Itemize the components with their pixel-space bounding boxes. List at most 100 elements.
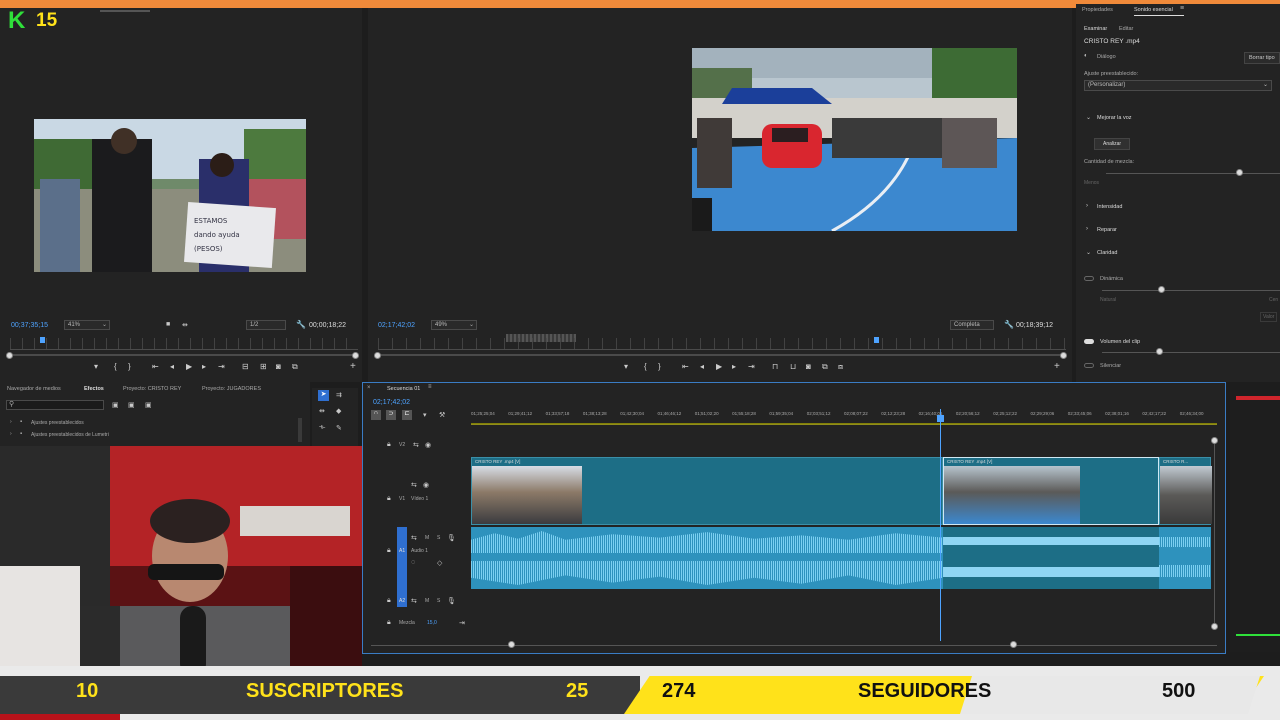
- preset-select[interactable]: (Personalizar) ⌄: [1084, 80, 1272, 91]
- go-to-in-icon[interactable]: ⇤: [682, 362, 689, 371]
- snap-icon[interactable]: ∩: [371, 410, 381, 420]
- timeline-hscroll-left[interactable]: [508, 641, 515, 648]
- audio-clip-3[interactable]: [1159, 527, 1211, 589]
- v2-sync-icon[interactable]: ⇆: [413, 441, 419, 449]
- insert-icon[interactable]: ⊟: [242, 362, 249, 371]
- loudness-label[interactable]: Intensidad: [1097, 204, 1122, 210]
- video-clip-3[interactable]: CRISTO R...: [1159, 457, 1212, 525]
- program-playhead[interactable]: [874, 337, 879, 343]
- a1-mic-icon[interactable]: 🎙︎: [447, 534, 456, 542]
- step-back-icon[interactable]: ◂: [700, 362, 704, 371]
- clarity-label[interactable]: Claridad: [1097, 250, 1117, 256]
- timeline-vscroll[interactable]: [1214, 439, 1215, 629]
- a2-target[interactable]: A2: [399, 598, 405, 604]
- clear-type-button[interactable]: Borrar tipo: [1244, 52, 1280, 64]
- step-back-icon[interactable]: ◂: [170, 362, 174, 371]
- timeline-playhead-handle[interactable]: [937, 415, 944, 422]
- go-to-out-icon[interactable]: ⇥: [218, 362, 225, 371]
- repair-label[interactable]: Reparar: [1097, 227, 1117, 233]
- sequence-tab[interactable]: Secuencia 01: [387, 386, 420, 392]
- source-scrub-ruler[interactable]: [10, 338, 358, 350]
- timeline-vscroll-top[interactable]: [1211, 437, 1218, 444]
- mix-value[interactable]: 15,0: [427, 620, 437, 626]
- tab-properties[interactable]: Propiedades: [1082, 7, 1113, 13]
- v1-sync-icon[interactable]: ⇆: [411, 481, 417, 489]
- mark-in-icon[interactable]: {: [644, 362, 647, 371]
- source-zoom-bar[interactable]: [10, 354, 358, 356]
- enhance-speech-label[interactable]: Mejorar la voz: [1097, 115, 1132, 121]
- loudness-chevron-icon[interactable]: ›: [1086, 203, 1088, 209]
- a2-mic-icon[interactable]: 🎙︎: [447, 597, 456, 605]
- timeline-hscroll[interactable]: [371, 645, 1217, 646]
- tab-essential-sound[interactable]: Sonido esencial: [1134, 7, 1173, 13]
- panel-menu-icon[interactable]: ≡: [1180, 5, 1184, 12]
- timeline-timecode[interactable]: 02;17;42;02: [373, 399, 410, 406]
- accelerated-effects-icon[interactable]: ▣: [112, 401, 119, 409]
- go-to-out-icon[interactable]: ⇥: [748, 362, 755, 371]
- audio-clip-2[interactable]: [943, 527, 1159, 589]
- source-timecode[interactable]: 00;37;35;15: [11, 322, 48, 329]
- selection-tool-icon[interactable]: ➤: [318, 390, 329, 401]
- clip-volume-track[interactable]: [1102, 352, 1280, 353]
- dynamics-toggle[interactable]: [1084, 276, 1094, 281]
- mark-in-icon[interactable]: {: [114, 362, 117, 371]
- audio-clip-1[interactable]: [471, 527, 943, 589]
- source-zoom-handle-left[interactable]: [6, 352, 13, 359]
- a1-lock-icon[interactable]: 🔒︎: [387, 547, 391, 555]
- mark-out-icon[interactable]: }: [128, 362, 131, 371]
- lift-icon[interactable]: ⊓: [772, 362, 778, 371]
- v2-lock-icon[interactable]: 🔒︎: [387, 441, 391, 449]
- clip-volume-slider[interactable]: [1156, 348, 1163, 355]
- slip-tool-icon[interactable]: ⟛: [319, 424, 325, 432]
- program-add-button[interactable]: +: [1054, 361, 1060, 372]
- safe-margins-icon[interactable]: ■: [166, 321, 170, 328]
- insert-nest-icon[interactable]: ⊏: [402, 410, 412, 420]
- subtab-edit[interactable]: Editar: [1119, 26, 1133, 32]
- a2-solo[interactable]: S: [437, 598, 440, 604]
- extract-icon[interactable]: ⊔: [790, 362, 796, 371]
- export-frame-icon[interactable]: ◙: [806, 362, 811, 371]
- a1-solo[interactable]: S: [437, 535, 440, 541]
- list-item-presets[interactable]: Ajustes preestablecidos: [31, 420, 84, 426]
- 32bit-effects-icon[interactable]: ▣: [128, 401, 135, 409]
- analyze-button[interactable]: Analizar: [1094, 138, 1131, 150]
- timeline-hscroll-right[interactable]: [1010, 641, 1017, 648]
- v1-target[interactable]: V1: [399, 496, 405, 502]
- compare-icon[interactable]: ⧉: [822, 362, 828, 372]
- go-to-in-icon[interactable]: ⇤: [152, 362, 159, 371]
- tab-effects[interactable]: Efectos: [84, 386, 104, 392]
- tab-media-browser[interactable]: Navegador de medios: [7, 386, 61, 392]
- video-clip-1[interactable]: CRISTO REY .mp4 [V]: [471, 457, 943, 525]
- step-forward-icon[interactable]: ▸: [202, 362, 206, 371]
- step-forward-icon[interactable]: ▸: [732, 362, 736, 371]
- v2-eye-icon[interactable]: ◉: [425, 441, 431, 449]
- list-item-lumetri-presets[interactable]: Ajustes preestablecidos de Lumetri: [31, 432, 109, 438]
- clarity-chevron-icon[interactable]: ⌄: [1086, 249, 1091, 256]
- video-clip-2[interactable]: CRISTO REY .mp4 [V]: [943, 457, 1159, 525]
- panel-scrollbar[interactable]: [298, 418, 302, 442]
- mix-go-to-end-icon[interactable]: ⇥: [459, 619, 465, 627]
- add-marker-icon[interactable]: ▾: [423, 411, 427, 419]
- wrench-icon[interactable]: 🔧: [1004, 320, 1014, 329]
- effects-search-input[interactable]: ⚲: [6, 400, 104, 410]
- tab-project-jugadores[interactable]: Proyecto: JUGADORES: [202, 386, 261, 392]
- tab-project-cristo-rey[interactable]: Proyecto: CRISTO REY: [123, 386, 181, 392]
- a1-keyframe-icon[interactable]: ◌: [411, 559, 415, 566]
- a1-sync-icon[interactable]: ⇆: [411, 534, 417, 542]
- v1-eye-icon[interactable]: ◉: [423, 481, 429, 489]
- source-scrollbar[interactable]: [100, 10, 150, 12]
- timeline-playhead[interactable]: [940, 409, 941, 641]
- track-select-tool-icon[interactable]: ⇉: [336, 391, 342, 399]
- marker-icon[interactable]: ▾: [94, 362, 98, 371]
- sequence-menu-icon[interactable]: ≡: [428, 384, 432, 390]
- play-icon[interactable]: ▶: [716, 362, 722, 371]
- program-quality-select[interactable]: Completa: [950, 320, 994, 330]
- source-zoom-handle-right[interactable]: [352, 352, 359, 359]
- button-editor-icon[interactable]: ⧉: [292, 362, 298, 372]
- mix-amount-slider[interactable]: [1236, 169, 1243, 176]
- mix-amount-track[interactable]: [1106, 173, 1280, 174]
- pen-tool-icon[interactable]: ✎: [336, 424, 342, 432]
- a1-target[interactable]: A1: [399, 548, 405, 554]
- mark-out-icon[interactable]: }: [658, 362, 661, 371]
- a2-mute[interactable]: M: [425, 598, 429, 604]
